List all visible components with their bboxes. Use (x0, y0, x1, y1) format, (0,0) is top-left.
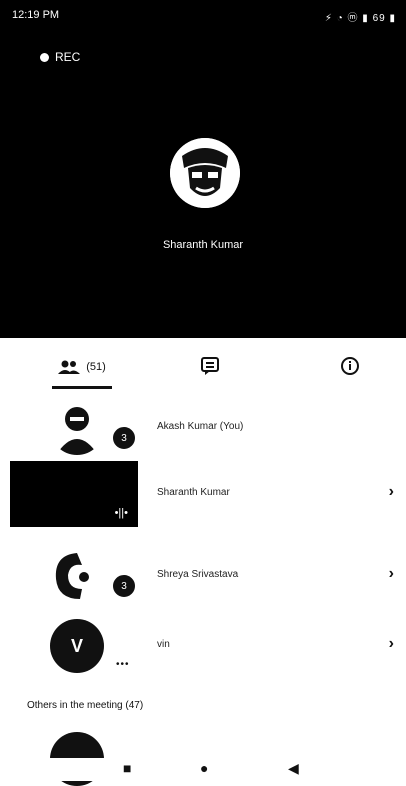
participant-row[interactable]: •||• Sharanth Kumar › (0, 461, 406, 527)
chat-icon (201, 357, 219, 375)
people-icon (58, 360, 81, 374)
people-count: (51) (86, 361, 106, 373)
status-bar: 12:19 PM ⚡ ◔ ⓜ ▮ 69 ▮ (0, 0, 406, 28)
hand-raise-badge: 3 (111, 425, 137, 451)
participant-name: Shreya Srivastava (157, 569, 239, 580)
info-icon (341, 357, 359, 375)
speaker-name: Sharanth Kumar (162, 239, 244, 251)
others-section-heading: Others in the meeting (47) (27, 700, 144, 711)
rec-dot-icon (40, 52, 49, 62)
participant-row[interactable]: 3 Akash Kumar (You) (0, 395, 406, 461)
rec-indicator: REC (40, 50, 80, 64)
status-time: 12:19 PM (12, 9, 60, 21)
participant-name: Akash Kumar (You) (157, 421, 244, 432)
participant-avatar: V (50, 619, 104, 673)
cartoon-avatar-icon (55, 553, 89, 599)
home-icon[interactable]: ● (200, 760, 208, 776)
tab-info[interactable] (330, 348, 370, 384)
speaker-avatar (170, 138, 240, 208)
tab-chat[interactable] (190, 348, 230, 384)
chevron-right-icon[interactable]: › (389, 635, 394, 653)
speaking-volume-icon: •||• (114, 507, 128, 519)
chevron-right-icon[interactable]: › (389, 483, 394, 501)
recents-icon[interactable]: ■ (123, 760, 131, 776)
person-avatar-icon (56, 407, 98, 455)
main-video: 12:19 PM ⚡ ◔ ⓜ ▮ 69 ▮ REC Sharanth Kumar (0, 0, 406, 338)
hand-raise-badge: 3 (111, 573, 137, 599)
back-icon[interactable]: ◀ (288, 760, 299, 777)
more-dots-icon: ••• (116, 659, 130, 670)
avatar-initial: V (70, 635, 83, 656)
participant-name: vin (157, 639, 170, 650)
chevron-right-icon[interactable]: › (389, 565, 394, 583)
tab-bar: (51) (0, 338, 406, 390)
rec-label: REC (55, 50, 81, 64)
speaker-face-icon (170, 138, 240, 208)
participant-name: Sharanth Kumar (157, 487, 230, 498)
android-nav-bar: ■ ● ◀ (0, 758, 406, 781)
participant-video-tile: •||• (10, 461, 138, 527)
participant-row[interactable]: V ••• vin › (0, 613, 406, 679)
participant-avatar (50, 401, 104, 455)
tab-people[interactable]: (51) (52, 348, 112, 389)
status-icons: ⚡ ◔ ⓜ ▮ 69 ▮ (324, 13, 396, 24)
participant-row[interactable]: 3 Shreya Srivastava › (0, 543, 406, 609)
participant-avatar (50, 549, 104, 603)
